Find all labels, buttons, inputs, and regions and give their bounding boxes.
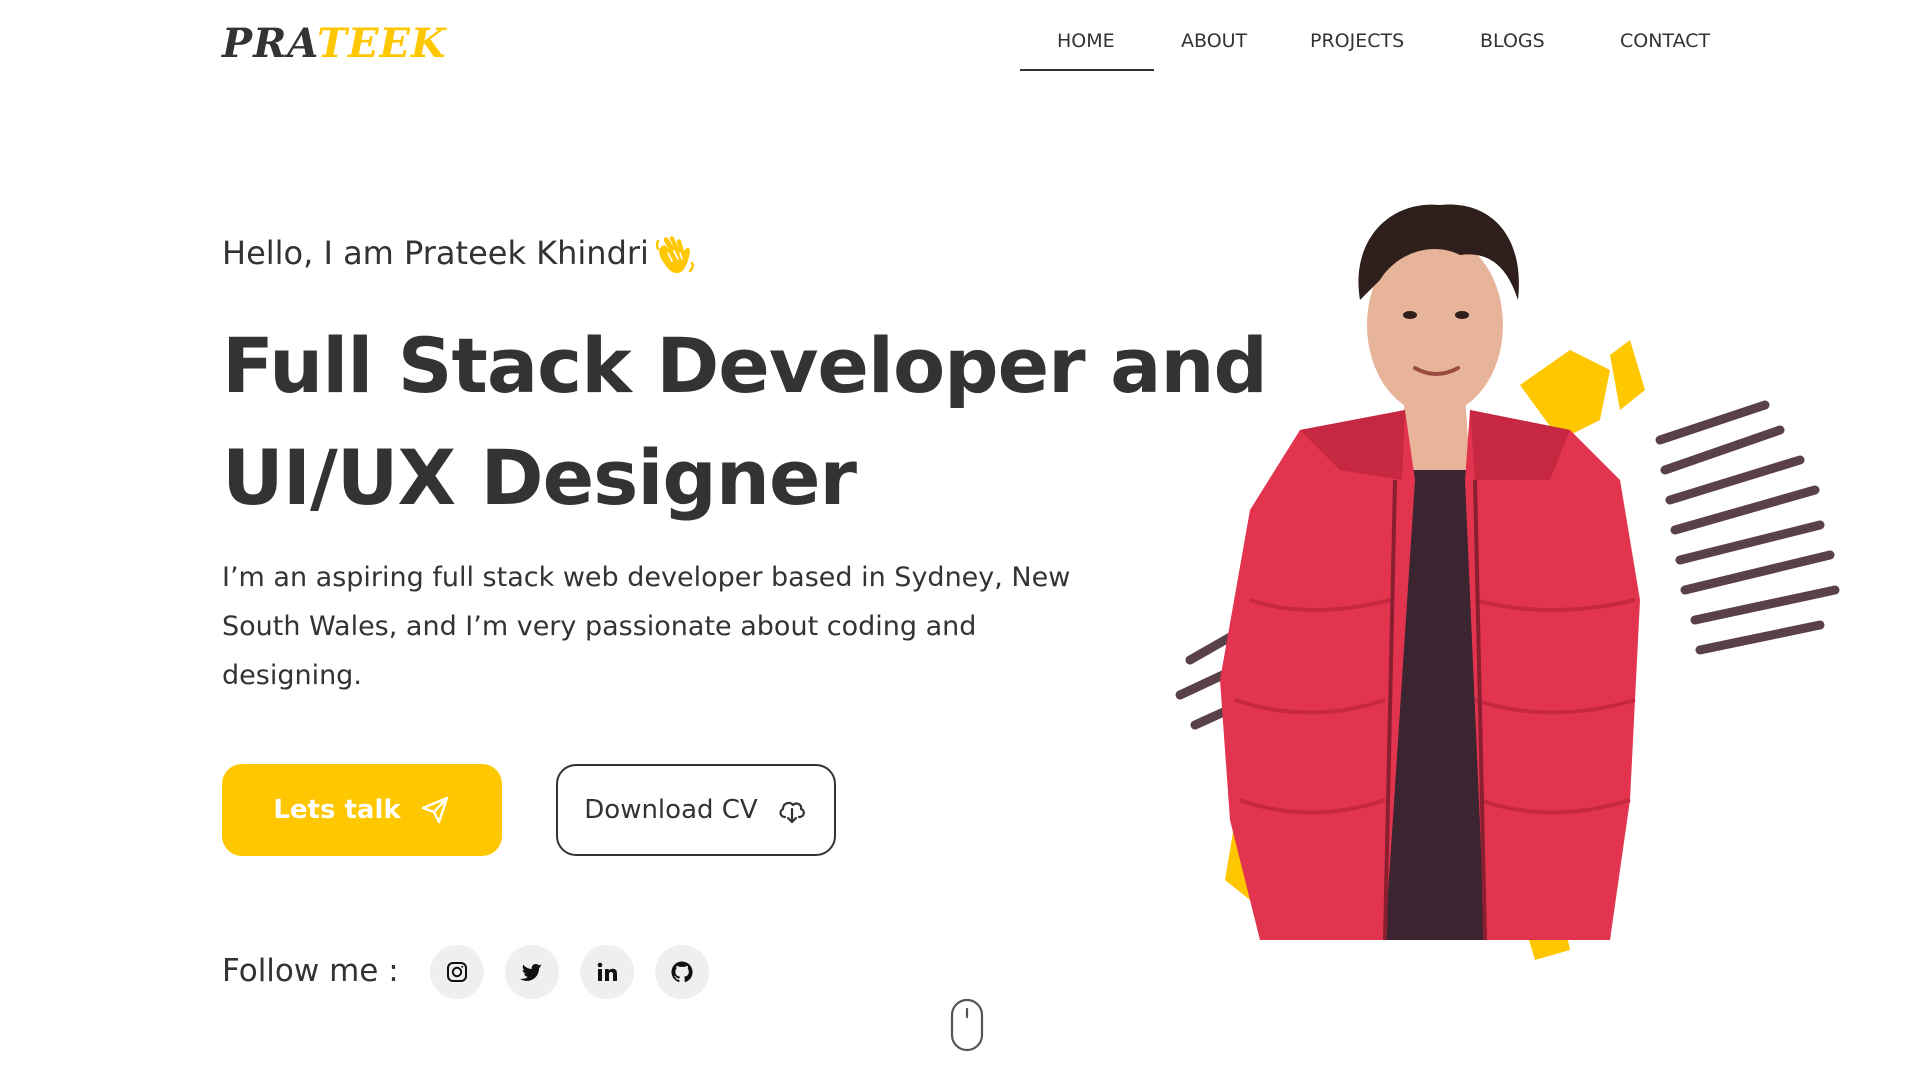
headline: Full Stack Developer and UI/UX Designer [222,310,1268,534]
greeting-text: Hello, I am Prateek Khindri [222,234,649,272]
github-icon [671,961,693,983]
linkedin-link[interactable] [580,945,634,999]
twitter-link[interactable] [505,945,559,999]
logo-part2: TEEK [317,20,447,67]
nav-active-indicator [1020,69,1154,71]
logo[interactable]: PRATEEK [222,20,447,67]
nav-blogs[interactable]: BLOGS [1480,30,1545,52]
lets-talk-label: Lets talk [273,795,401,825]
github-link[interactable] [655,945,709,999]
linkedin-icon [597,962,617,981]
lets-talk-button[interactable]: Lets talk [222,764,502,856]
send-icon [421,796,448,824]
download-cv-label: Download CV [584,795,758,825]
mouse-scroll-icon[interactable] [950,998,984,1052]
logo-part1: PRA [222,20,318,67]
instagram-icon [447,962,467,982]
instagram-link[interactable] [430,945,484,999]
cloud-download-icon [779,801,805,824]
follow-me-label: Follow me : [222,953,399,989]
nav-about[interactable]: ABOUT [1181,30,1247,52]
nav-projects[interactable]: PROJECTS [1310,30,1404,52]
twitter-icon [520,963,542,981]
waving-hand-icon [655,236,694,274]
profile-portrait [1175,204,1840,960]
intro-paragraph: I’m an aspiring full stack web developer… [222,562,1071,691]
nav-contact[interactable]: CONTACT [1620,30,1710,52]
headline-line2: UI/UX Designer [222,433,857,522]
download-cv-button[interactable]: Download CV [556,764,836,856]
headline-line1: Full Stack Developer and [222,321,1268,410]
nav-home[interactable]: HOME [1057,30,1115,52]
